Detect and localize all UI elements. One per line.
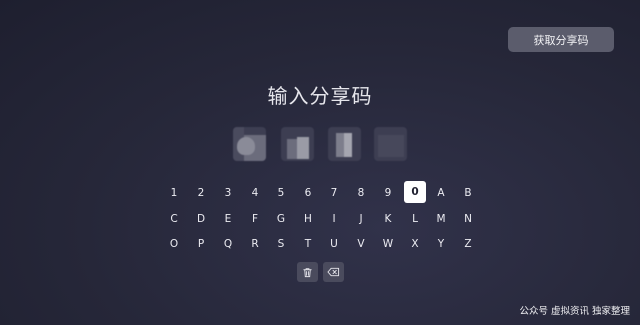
watermark: 公众号 虚拟资讯 独家整理 xyxy=(519,306,630,317)
key-3[interactable]: 3 xyxy=(217,182,239,204)
key-z[interactable]: Z xyxy=(457,233,479,255)
key-n[interactable]: N xyxy=(457,208,479,230)
key-m[interactable]: M xyxy=(430,208,452,230)
key-b[interactable]: B xyxy=(457,182,479,204)
key-g[interactable]: G xyxy=(270,208,292,230)
key-5[interactable]: 5 xyxy=(270,182,292,204)
key-h[interactable]: H xyxy=(297,208,319,230)
share-code-input xyxy=(233,127,413,161)
trash-icon xyxy=(303,267,312,277)
key-1[interactable]: 1 xyxy=(163,182,185,204)
backspace-button[interactable] xyxy=(323,262,344,282)
key-2[interactable]: 2 xyxy=(190,182,212,204)
code-slot-1 xyxy=(233,127,266,161)
code-slot-4 xyxy=(374,127,407,161)
key-v[interactable]: V xyxy=(350,233,372,255)
key-x[interactable]: X xyxy=(404,233,426,255)
key-q[interactable]: Q xyxy=(217,233,239,255)
key-4[interactable]: 4 xyxy=(244,182,266,204)
code-slot-2 xyxy=(281,127,314,161)
key-w[interactable]: W xyxy=(377,233,399,255)
key-p[interactable]: P xyxy=(190,233,212,255)
key-a[interactable]: A xyxy=(430,182,452,204)
key-y[interactable]: Y xyxy=(430,233,452,255)
key-6[interactable]: 6 xyxy=(297,182,319,204)
key-9[interactable]: 9 xyxy=(377,182,399,204)
page-title: 输入分享码 xyxy=(267,84,373,108)
key-7[interactable]: 7 xyxy=(323,182,345,204)
key-c[interactable]: C xyxy=(163,208,185,230)
key-f[interactable]: F xyxy=(244,208,266,230)
key-d[interactable]: D xyxy=(190,208,212,230)
key-e[interactable]: E xyxy=(217,208,239,230)
key-0[interactable]: 0 xyxy=(404,181,426,203)
key-j[interactable]: J xyxy=(350,208,372,230)
key-k[interactable]: K xyxy=(377,208,399,230)
backspace-icon xyxy=(327,267,340,277)
key-t[interactable]: T xyxy=(297,233,319,255)
key-l[interactable]: L xyxy=(404,208,426,230)
get-share-code-button[interactable]: 获取分享码 xyxy=(508,27,614,52)
key-r[interactable]: R xyxy=(244,233,266,255)
clear-button[interactable] xyxy=(297,262,318,282)
key-o[interactable]: O xyxy=(163,233,185,255)
code-slot-3 xyxy=(328,127,361,161)
key-8[interactable]: 8 xyxy=(350,182,372,204)
key-u[interactable]: U xyxy=(323,233,345,255)
key-s[interactable]: S xyxy=(270,233,292,255)
key-i[interactable]: I xyxy=(323,208,345,230)
